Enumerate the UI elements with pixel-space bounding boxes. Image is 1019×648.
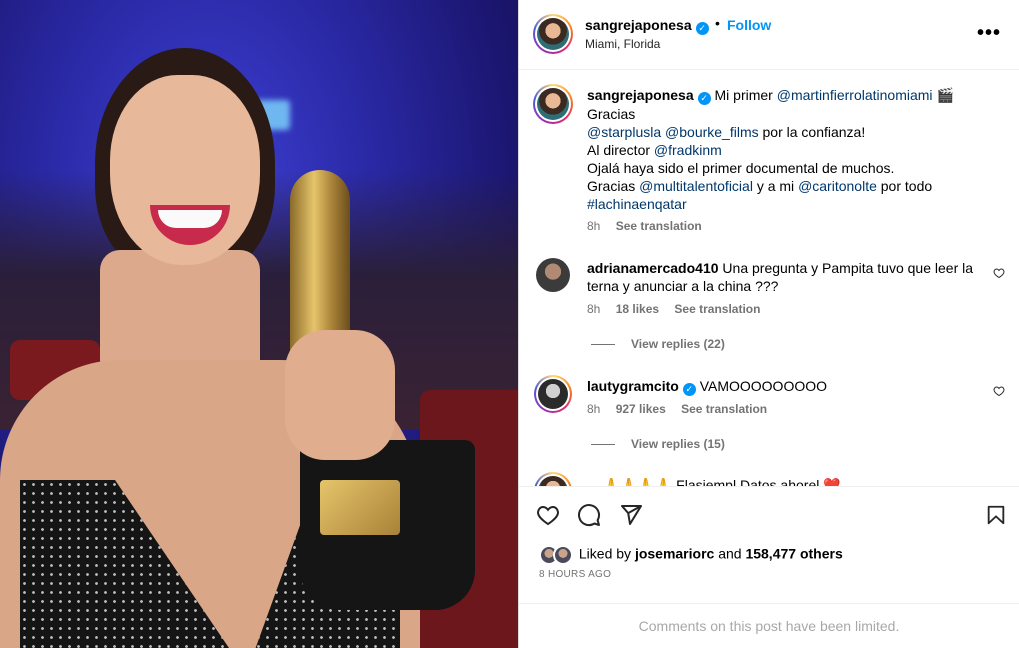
divider — [591, 444, 615, 446]
verified-icon: ✓ — [697, 92, 711, 105]
teeth — [158, 210, 222, 228]
caption-line: Ojalá haya sido el primer documental de … — [587, 160, 895, 176]
likes-summary: Liked by josemariorc and 158,477 others — [539, 545, 843, 565]
post-footer: Liked by josemariorc and 158,477 others … — [519, 486, 1019, 648]
caption-line: por la confianza! — [762, 124, 866, 140]
likes-count[interactable]: 927 likes — [616, 402, 666, 416]
post-photo[interactable] — [0, 0, 518, 648]
mention-link[interactable]: @martinfierrolatinomiami — [777, 87, 933, 103]
location-link[interactable]: Miami, Florida — [585, 37, 660, 51]
caption-line: Gracias — [587, 106, 636, 122]
divider — [591, 344, 615, 346]
caption-text: sangrejaponesa ✓ Mi primer @martinfierrol… — [587, 86, 987, 213]
share-icon[interactable] — [619, 503, 643, 527]
comment-text: adrianamercado410 Una pregunta y Pampita… — [587, 259, 987, 295]
avatar[interactable] — [534, 375, 572, 413]
comment-body: 🙏🙏🙏🙏 Flasiempl Datos ahorel ❤️ — [602, 477, 841, 486]
timestamp[interactable]: 8h — [587, 302, 600, 316]
comment-username[interactable]: adrianamercado410 — [587, 260, 719, 276]
mention-link[interactable]: @fradkinm — [654, 142, 722, 158]
see-translation-button[interactable]: See translation — [674, 302, 760, 316]
caption-line: y a mi — [756, 178, 795, 194]
mention-link[interactable]: @caritonolte — [798, 178, 877, 194]
verified-icon: ✓ — [682, 383, 696, 396]
comments-limited-notice: Comments on this post have been limited. — [519, 603, 1019, 648]
verified-icon: ✓ — [695, 22, 709, 35]
see-translation-button[interactable]: See translation — [616, 219, 702, 233]
limited-text: Comments on this post have been limited. — [638, 618, 900, 634]
comment-body: VAMOOOOOOOOO — [699, 378, 828, 394]
view-replies-label: View replies (15) — [631, 437, 725, 451]
avatar[interactable] — [533, 84, 573, 124]
liked-others-link[interactable]: 158,477 others — [745, 546, 842, 562]
comment-text: lautygramcito ✓ VAMOOOOOOOOO — [587, 377, 987, 396]
see-translation-button[interactable]: See translation — [681, 402, 767, 416]
hand — [285, 330, 395, 460]
liker-avatars — [539, 545, 575, 565]
avatar[interactable] — [534, 472, 572, 486]
caption-line: por todo — [880, 178, 933, 194]
avatar[interactable] — [533, 14, 573, 54]
comment-meta: 8h 18 likes See translation — [587, 302, 772, 316]
heart-icon[interactable] — [535, 503, 561, 527]
mention-link[interactable]: @bourke_films — [665, 124, 759, 140]
comments-list[interactable]: sangrejaponesa ✓ Mi primer @martinfierrol… — [519, 70, 1019, 486]
mention-link[interactable]: @starplusla — [587, 124, 661, 140]
follow-button[interactable]: Follow — [727, 17, 771, 33]
comment-username[interactable]: ... — [587, 477, 599, 486]
comment-username[interactable]: lautygramcito — [587, 378, 679, 394]
hashtag-link[interactable]: #lachinaenqatar — [587, 196, 687, 212]
username-link[interactable]: sangrejaponesa — [585, 17, 692, 33]
liked-user-link[interactable]: josemariorc — [635, 546, 714, 562]
caption-meta: 8h See translation — [587, 219, 714, 233]
timestamp[interactable]: 8h — [587, 402, 600, 416]
comment-meta: 8h 927 likes See translation — [587, 402, 779, 416]
mention-link[interactable]: @multitalentoficial — [639, 178, 753, 194]
caption-line: Al director — [587, 142, 651, 158]
header-username[interactable]: sangrejaponesa ✓ — [585, 17, 709, 35]
likes-count[interactable]: 18 likes — [616, 302, 659, 316]
liked-and-label: and — [718, 545, 742, 562]
comment-text: ... 🙏🙏🙏🙏 Flasiempl Datos ahorel ❤️ — [587, 476, 987, 486]
post-timestamp[interactable]: 8 HOURS AGO — [539, 569, 611, 580]
caption-line: Gracias — [587, 178, 636, 194]
view-replies-button[interactable]: View replies (22) — [591, 337, 725, 351]
post-header: sangrejaponesa ✓ • Follow Miami, Florida … — [519, 0, 1019, 70]
separator-dot: • — [715, 15, 720, 31]
heart-icon[interactable] — [993, 385, 1005, 397]
caption-intro: Mi primer — [714, 87, 773, 103]
clapper-emoji: 🎬 — [936, 87, 954, 103]
liked-by-label: Liked by — [578, 545, 632, 562]
view-replies-button[interactable]: View replies (15) — [591, 437, 725, 451]
comment-icon[interactable] — [577, 503, 601, 527]
post-side-panel: sangrejaponesa ✓ • Follow Miami, Florida … — [518, 0, 1019, 648]
caption-username[interactable]: sangrejaponesa — [587, 87, 694, 103]
view-replies-label: View replies (22) — [631, 337, 725, 351]
heart-icon[interactable] — [993, 267, 1005, 279]
trophy-plate — [320, 480, 400, 535]
timestamp[interactable]: 8h — [587, 219, 600, 233]
more-icon[interactable]: ••• — [977, 22, 1001, 45]
bookmark-icon[interactable] — [985, 503, 1007, 527]
avatar[interactable] — [536, 258, 570, 292]
